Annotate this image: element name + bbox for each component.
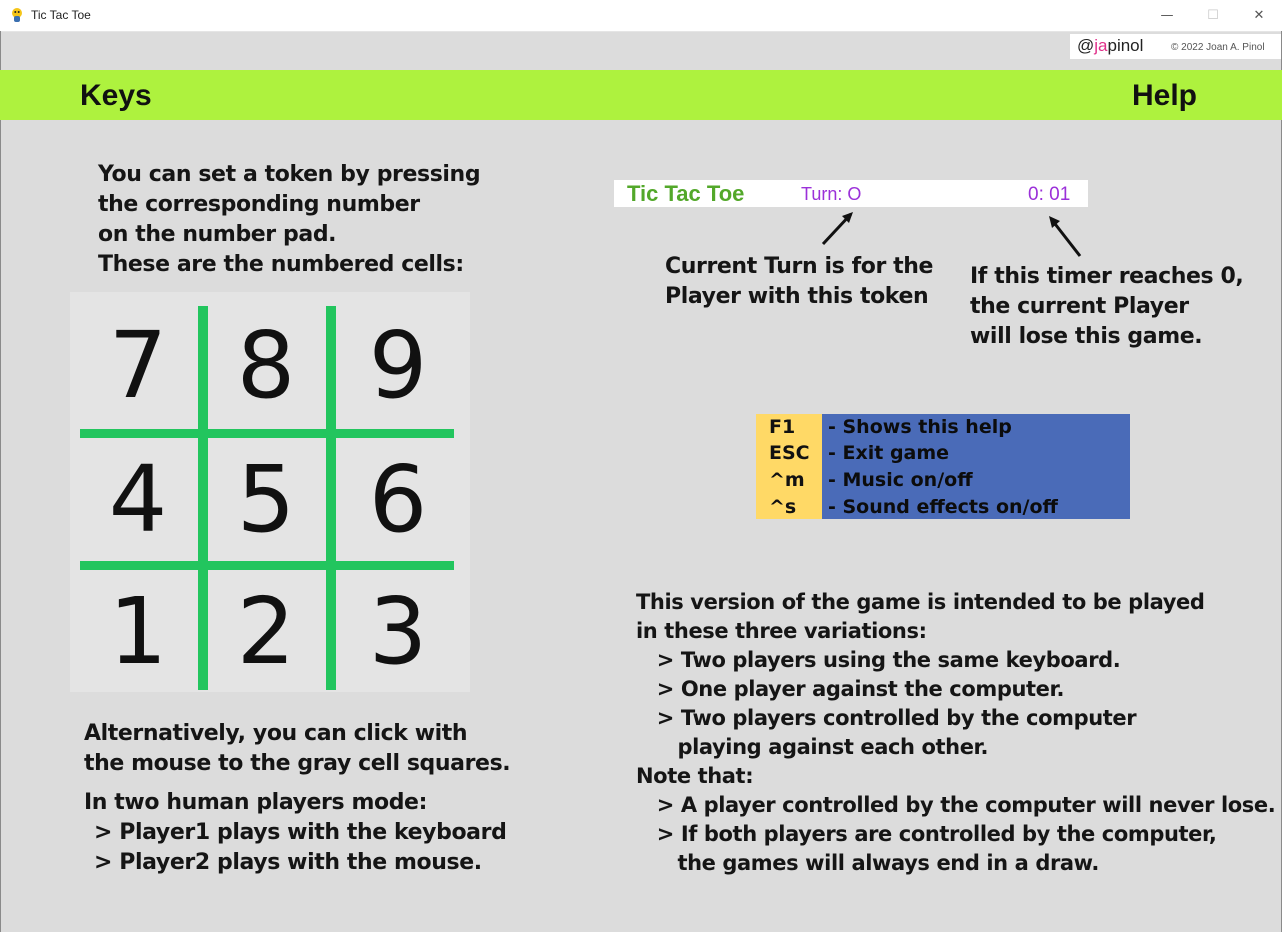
grid-line-horizontal bbox=[80, 561, 454, 570]
version-line: > Two players using the same keyboard. bbox=[636, 648, 1121, 672]
intro-line: You can set a token by pressing bbox=[98, 162, 481, 187]
cell-3: 3 bbox=[368, 578, 428, 685]
maximize-button[interactable]: ☐ bbox=[1190, 0, 1236, 31]
cell-4: 4 bbox=[108, 446, 168, 553]
cell-5: 5 bbox=[236, 446, 296, 553]
grid-line-horizontal bbox=[80, 429, 454, 438]
status-game-title: Tic Tac Toe bbox=[627, 181, 745, 206]
intro-text: You can set a token by pressing the corr… bbox=[98, 160, 481, 280]
timer-note-line: the current Player bbox=[970, 294, 1189, 319]
human-mode-line: > Player1 plays with the keyboard bbox=[94, 820, 507, 845]
cell-9: 9 bbox=[368, 312, 428, 419]
human-mode-line: > Player2 plays with the mouse. bbox=[94, 850, 482, 875]
version-line: This version of the game is intended to … bbox=[636, 590, 1205, 614]
cell-6: 6 bbox=[368, 446, 428, 553]
key-esc: ESC bbox=[769, 442, 810, 464]
status-timer: 0: 01 bbox=[1028, 184, 1071, 205]
key-ctrl-m: ^m bbox=[769, 469, 805, 491]
key-ctrl-s-desc: - Sound effects on/off bbox=[828, 496, 1058, 518]
numbered-cell-grid: 7 8 9 4 5 6 1 2 3 bbox=[70, 292, 470, 692]
key-ctrl-m-desc: - Music on/off bbox=[828, 469, 973, 491]
grid-line-vertical bbox=[326, 306, 336, 690]
turn-explanation: Current Turn is for the Player with this… bbox=[665, 252, 933, 312]
mouse-alternative-text: Alternatively, you can click with the mo… bbox=[84, 719, 511, 779]
author-handle: @japinol bbox=[1077, 36, 1143, 56]
header-help-title: Help bbox=[1132, 79, 1198, 112]
timer-note-line: will lose this game. bbox=[970, 324, 1203, 349]
title-bar: Tic Tac Toe — ☐ ✕ bbox=[0, 0, 1282, 32]
pygame-snake-icon bbox=[12, 8, 22, 22]
cell-2: 2 bbox=[236, 578, 296, 685]
status-turn: Turn: O bbox=[801, 184, 862, 204]
window-border-left bbox=[0, 31, 1, 932]
intro-line: on the number pad. bbox=[98, 222, 337, 247]
cell-1: 1 bbox=[108, 578, 168, 685]
timer-note-line: If this timer reaches 0, bbox=[970, 264, 1244, 289]
version-line: the games will always end in a draw. bbox=[636, 851, 1099, 875]
alt-line: the mouse to the gray cell squares. bbox=[84, 751, 511, 776]
handle-rest: pinol bbox=[1107, 36, 1144, 55]
key-ctrl-s: ^s bbox=[769, 496, 797, 518]
intro-line: These are the numbered cells: bbox=[98, 252, 464, 277]
arrow-icon bbox=[821, 212, 853, 246]
version-line: > If both players are controlled by the … bbox=[636, 822, 1217, 846]
window-title: Tic Tac Toe bbox=[31, 8, 91, 22]
key-f1: F1 bbox=[769, 416, 796, 438]
version-line: Note that: bbox=[636, 764, 754, 788]
intro-line: the corresponding number bbox=[98, 192, 420, 217]
cell-8: 8 bbox=[236, 312, 296, 419]
handle-prefix: @ bbox=[1077, 36, 1095, 55]
human-mode-lines: > Player1 plays with the keyboard > Play… bbox=[94, 818, 507, 878]
copyright-text: © 2022 Joan A. Pinol bbox=[1171, 42, 1265, 53]
timer-explanation: If this timer reaches 0, the current Pla… bbox=[970, 262, 1244, 352]
close-button[interactable]: ✕ bbox=[1236, 0, 1282, 31]
key-bindings-table: F1 - Shows this help ESC - Exit game ^m … bbox=[756, 414, 1130, 519]
arrow-icon bbox=[1049, 216, 1082, 257]
key-f1-desc: - Shows this help bbox=[828, 416, 1012, 438]
version-line: > A player controlled by the computer wi… bbox=[636, 793, 1276, 817]
help-header-bar: Keys Help bbox=[0, 70, 1282, 120]
author-credit: @japinol © 2022 Joan A. Pinol bbox=[1070, 34, 1281, 59]
header-keys-title: Keys bbox=[80, 79, 152, 112]
version-line: > One player against the computer. bbox=[636, 677, 1065, 701]
alt-line: Alternatively, you can click with bbox=[84, 721, 468, 746]
turn-note-line: Current Turn is for the bbox=[665, 254, 934, 279]
handle-accent: ja bbox=[1094, 36, 1108, 55]
turn-note-line: Player with this token bbox=[665, 284, 929, 309]
version-line: playing against each other. bbox=[636, 735, 989, 759]
version-line: > Two players controlled by the computer bbox=[636, 706, 1137, 730]
minimize-button[interactable]: — bbox=[1144, 0, 1190, 31]
key-esc-desc: - Exit game bbox=[828, 442, 950, 464]
human-mode-title: In two human players mode: bbox=[84, 790, 427, 815]
cell-7: 7 bbox=[108, 312, 168, 419]
game-variations-text: This version of the game is intended to … bbox=[636, 588, 1276, 878]
status-bar-sample: Tic Tac Toe Turn: O 0: 01 bbox=[614, 180, 1088, 207]
version-line: in these three variations: bbox=[636, 619, 927, 643]
